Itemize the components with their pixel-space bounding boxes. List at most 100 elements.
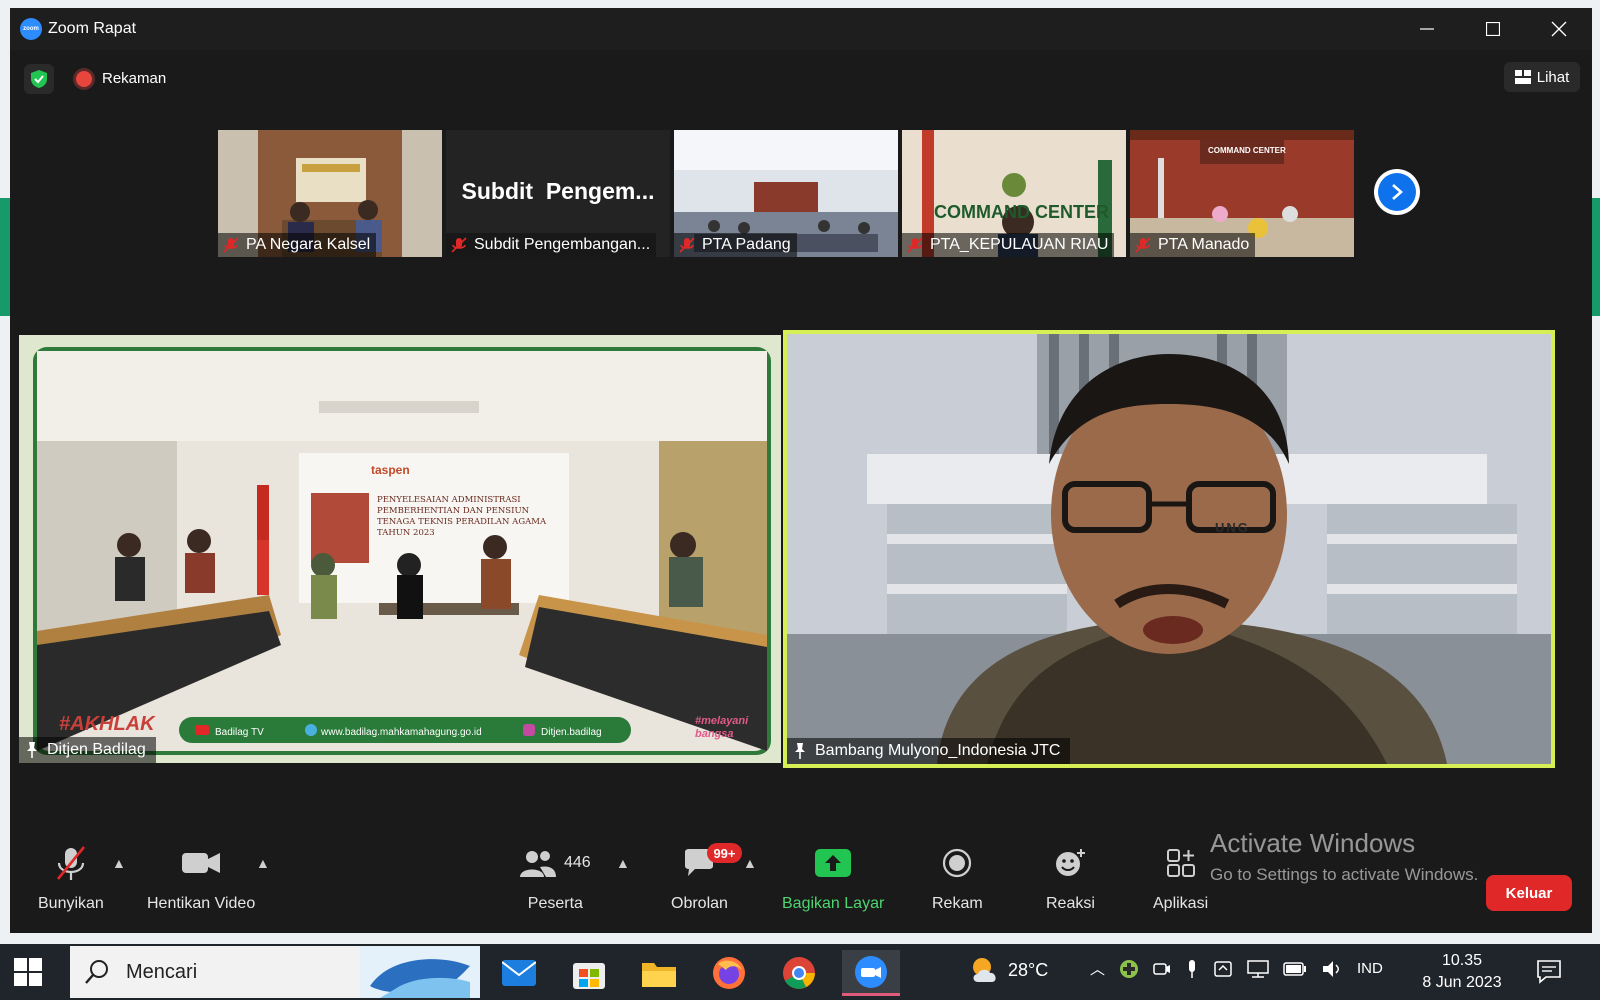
- participants-label: Peserta: [527, 895, 583, 912]
- participants-count: 446: [564, 854, 591, 871]
- unmute-button[interactable]: Bunyikan: [38, 845, 104, 913]
- title-bar: zoom Zoom Rapat: [10, 8, 1592, 50]
- taskbar-store[interactable]: [560, 950, 618, 996]
- instagram-handle: Ditjen.badilag: [541, 727, 602, 738]
- banner-logo-text: taspen: [371, 463, 410, 477]
- leave-button[interactable]: Keluar: [1486, 875, 1572, 911]
- recording-indicator[interactable]: Rekaman: [70, 66, 172, 91]
- search-placeholder: Mencari: [126, 960, 198, 983]
- mic-muted-icon: [223, 237, 239, 253]
- record-icon: [943, 848, 972, 878]
- participant-thumbnail[interactable]: Subdit Pengem... Subdit Pengembangan...: [446, 130, 670, 257]
- windows-logo-icon: [14, 958, 27, 971]
- reactions-label: Reaksi: [1046, 895, 1095, 912]
- system-tray: ︿ IND: [1090, 958, 1383, 979]
- website-url: www.badilag.mahkamahagung.go.id: [321, 727, 482, 738]
- chat-options-caret[interactable]: ▲: [743, 855, 757, 871]
- participant-thumbnail[interactable]: PTA Padang: [674, 130, 898, 257]
- command-center-sign: COMMAND CENTER: [934, 202, 1109, 222]
- maximize-button[interactable]: [1460, 8, 1526, 50]
- chrome-icon: [783, 957, 815, 989]
- mic-muted-icon: [907, 237, 923, 253]
- video-tile-active-speaker[interactable]: UNG Bambang Mulyono_Indonesia JTC: [783, 330, 1555, 768]
- recording-label: Rekaman: [102, 70, 167, 87]
- tray-volume-icon[interactable]: [1321, 959, 1343, 979]
- chat-button[interactable]: 99+ Obrolan: [671, 843, 742, 913]
- thumbnail-name: PTA_KEPULAUAN RIAU: [930, 236, 1109, 253]
- mic-muted-icon: [451, 237, 467, 253]
- participant-thumbnail[interactable]: PA Negara Kalsel: [218, 130, 442, 257]
- close-button[interactable]: [1526, 8, 1592, 50]
- smiley-icon: [1056, 849, 1086, 876]
- taskbar-clock[interactable]: 10.35 8 Jun 2023: [1420, 950, 1504, 994]
- hashtag-akhlak: #AKHLAK: [59, 713, 155, 735]
- share-screen-label: Bagikan Layar: [782, 895, 885, 912]
- minimize-icon: [1420, 28, 1434, 30]
- video-tile-ditjen-badilag[interactable]: taspen PENYELESAIAN ADMINISTRASI PEMBERH…: [19, 335, 781, 763]
- notification-button[interactable]: [1536, 958, 1562, 989]
- record-button[interactable]: Rekam: [932, 845, 983, 913]
- mic-muted-icon: [679, 237, 695, 253]
- taskbar-chrome[interactable]: [770, 950, 828, 996]
- participants-options-caret[interactable]: ▲: [616, 855, 630, 871]
- thumbnail-name: Subdit Pengembangan...: [474, 236, 651, 253]
- thumbnail-name: PTA Padang: [702, 236, 791, 253]
- tray-camera-icon[interactable]: [1153, 959, 1171, 979]
- participant-thumbnail[interactable]: COMMAND CENTER PTA Manado: [1130, 130, 1354, 257]
- notification-icon: [1537, 960, 1561, 984]
- view-button[interactable]: Lihat: [1504, 62, 1580, 92]
- reactions-button[interactable]: Reaksi: [1046, 845, 1095, 913]
- tray-app-icon[interactable]: [1119, 959, 1139, 979]
- next-page-button[interactable]: [1374, 169, 1420, 215]
- video-options-caret[interactable]: ▲: [256, 855, 270, 871]
- clock-date: 8 Jun 2023: [1422, 974, 1502, 991]
- pin-icon: [795, 743, 805, 759]
- whale-illustration-icon: [360, 946, 480, 998]
- start-button[interactable]: [14, 958, 42, 986]
- thumbnail-name: PA Negara Kalsel: [246, 236, 371, 253]
- stop-video-button[interactable]: Hentikan Video: [147, 845, 255, 913]
- apps-icon: [1166, 849, 1195, 877]
- thumbnail-display-name: Subdit Pengem...: [461, 178, 655, 204]
- taskbar-search[interactable]: Mencari: [70, 946, 480, 998]
- view-label: Lihat: [1536, 68, 1570, 86]
- command-center-sign: COMMAND CENTER: [1208, 146, 1286, 155]
- participants-button[interactable]: 446 Peserta: [520, 845, 591, 913]
- tray-sync-icon[interactable]: [1213, 959, 1233, 979]
- input-language[interactable]: IND: [1357, 960, 1383, 977]
- tray-network-icon[interactable]: [1247, 959, 1269, 979]
- participant-thumbnail-strip: PA Negara Kalsel Subdit Pengem... Subdit…: [218, 130, 1354, 257]
- zoom-meeting-window: zoom Zoom Rapat Rekaman Lihat PA Negara …: [10, 8, 1592, 933]
- shield-check-icon: [31, 70, 47, 88]
- meeting-info-button[interactable]: [24, 64, 54, 94]
- thumbnail-name-tag: Subdit Pengembangan...: [446, 233, 657, 257]
- audio-options-caret[interactable]: ▲: [112, 855, 126, 871]
- minimize-button[interactable]: [1394, 8, 1460, 50]
- taskbar-file-explorer[interactable]: [630, 950, 688, 996]
- video-name: Bambang Mulyono_Indonesia JTC: [815, 742, 1061, 759]
- tray-battery-icon[interactable]: [1283, 961, 1307, 976]
- windows-taskbar: Mencari 28°C ︿ IND 10.35 8 Jun 2023: [0, 944, 1600, 1000]
- taskbar-weather[interactable]: 28°C: [970, 956, 1048, 984]
- zoom-logo-icon: zoom: [20, 18, 42, 40]
- mic-muted-icon: [1135, 237, 1151, 253]
- meeting-toolbar: Bunyikan ▲ Hentikan Video ▲ 446 Peserta …: [10, 835, 1592, 933]
- temperature: 28°C: [1008, 959, 1049, 980]
- tray-microphone-icon[interactable]: [1185, 959, 1199, 979]
- tray-chevron-up-icon[interactable]: ︿: [1090, 958, 1105, 979]
- thumbnail-name-tag: PTA Manado: [1130, 233, 1256, 257]
- banner-title: PENYELESAIAN ADMINISTRASI PEMBERHENTIAN …: [377, 495, 547, 538]
- share-screen-button[interactable]: Bagikan Layar: [782, 845, 884, 913]
- taskbar-zoom[interactable]: [842, 950, 900, 996]
- partly-cloudy-icon: [973, 958, 996, 982]
- apps-button[interactable]: Aplikasi: [1153, 845, 1208, 913]
- taskbar-firefox[interactable]: [700, 950, 758, 996]
- thumbnail-name: PTA Manado: [1158, 236, 1250, 253]
- thumbnail-name-tag: PTA Padang: [674, 233, 797, 257]
- store-icon: [573, 963, 605, 989]
- share-screen-icon: [815, 849, 852, 877]
- building-sign: UNG: [1215, 520, 1250, 535]
- taskbar-mail[interactable]: [490, 950, 548, 996]
- participant-thumbnail[interactable]: COMMAND CENTER PTA_KEPULAUAN RIAU: [902, 130, 1126, 257]
- close-icon: [1551, 21, 1567, 37]
